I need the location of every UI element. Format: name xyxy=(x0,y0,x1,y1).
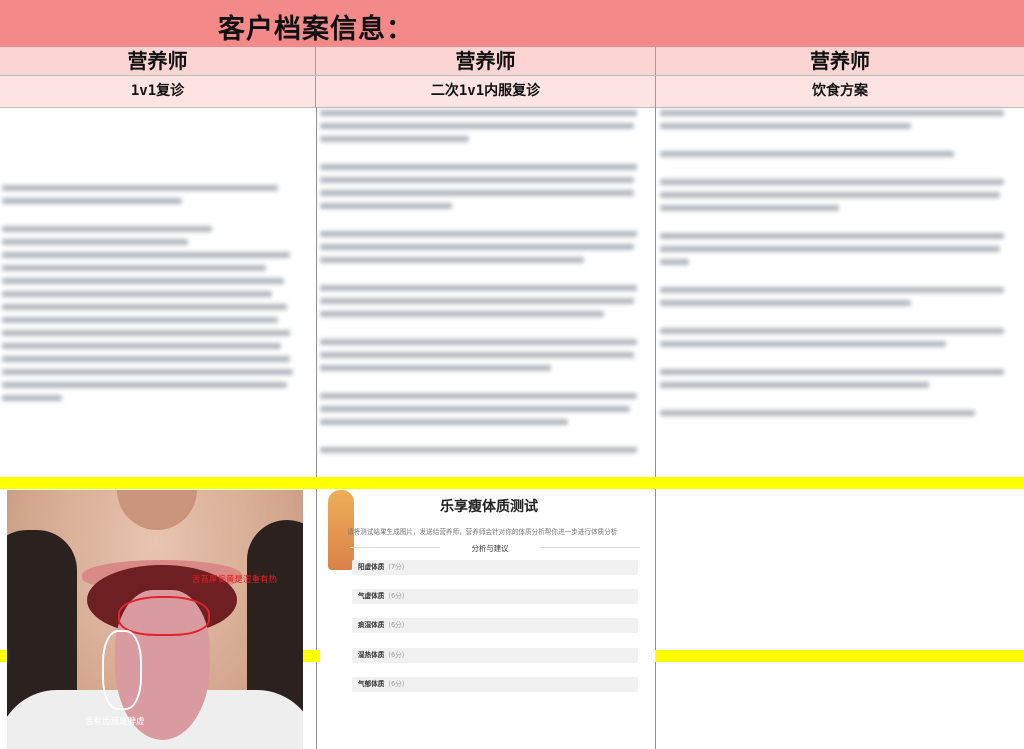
report-item: 痰湿体质 (6分) xyxy=(352,618,638,633)
annotation-circle xyxy=(118,596,210,636)
constitution-test-report: 乐享瘦体质测试 请将测试结果生成图片，发送给营养师，营养师会针对你的体质分析帮你… xyxy=(320,490,655,749)
column-role-1: 营养师 xyxy=(0,47,316,75)
report-item: 气郁体质 (6分) xyxy=(352,677,638,692)
column-label-1: 1v1复诊 xyxy=(0,76,316,107)
photo-annotation: 舌苔厚偏黄是湿重有热 xyxy=(192,575,278,585)
blurred-notes-col1 xyxy=(2,185,302,408)
report-title: 乐享瘦体质测试 xyxy=(440,499,538,515)
page-title: 客户档案信息： xyxy=(218,14,414,45)
role-header-row: 营养师 营养师 营养师 xyxy=(0,47,1024,76)
blurred-notes-col2 xyxy=(320,110,650,460)
column-label-3: 饮食方案 xyxy=(812,83,868,99)
annotation-circle xyxy=(102,630,142,710)
photo-annotation: 舌有齿痕是脾虚 xyxy=(85,717,145,727)
report-item: 气虚体质 (6分) xyxy=(352,589,638,604)
report-section-title: 分析与建议 xyxy=(440,543,540,554)
tongue-photo: 舌苔厚偏黄是湿重有热 舌有齿痕是脾虚 xyxy=(7,490,303,749)
blurred-notes-col3 xyxy=(660,110,1018,423)
column-label-2: 二次1v1内服复诊 xyxy=(316,76,656,107)
column-role-3: 营养师 xyxy=(810,49,870,73)
page-header: 客户档案信息： xyxy=(0,0,1024,48)
column-role-2: 营养师 xyxy=(316,47,656,75)
label-header-row: 1v1复诊 二次1v1内服复诊 饮食方案 xyxy=(0,76,1024,108)
highlight-band xyxy=(0,477,1024,489)
report-item: 阳虚体质 (7分) xyxy=(352,560,638,575)
report-item: 湿热体质 (6分) xyxy=(352,648,638,663)
report-subtitle: 请将测试结果生成图片，发送给营养师，营养师会针对你的体质分析帮你进一步进行体质分… xyxy=(347,528,618,536)
